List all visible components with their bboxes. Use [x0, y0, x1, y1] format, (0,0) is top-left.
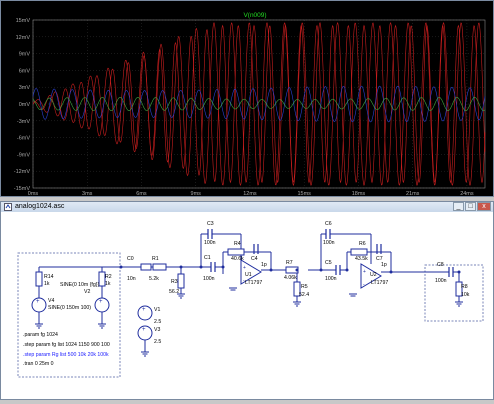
schematic-title: analog1024.asc: [15, 203, 65, 210]
x-tick-label: 6ms: [136, 191, 147, 196]
svg-text:+: +: [142, 327, 146, 333]
schematic-titlebar[interactable]: analog1024.asc _ □ x: [1, 202, 493, 212]
schematic-window: analog1024.asc _ □ x + - + - + + + + R14…: [0, 201, 494, 400]
close-button[interactable]: x: [477, 202, 491, 211]
label-r7-value[interactable]: 4.06k: [284, 275, 297, 281]
svg-text:+: +: [243, 265, 246, 271]
label-u1-name[interactable]: U1: [245, 272, 252, 278]
y-tick-label: -9mV: [17, 152, 30, 158]
x-tick-label: 3ms: [82, 191, 93, 196]
x-tick-label: 0ms: [28, 191, 39, 196]
label-c6-name[interactable]: C6: [325, 221, 332, 227]
label-c1-name[interactable]: C1: [204, 255, 211, 261]
directive-param[interactable]: .param fg 1024: [23, 332, 58, 338]
label-u2-name[interactable]: U2: [370, 272, 377, 278]
label-r6-name[interactable]: R6: [359, 241, 366, 247]
label-r2-name[interactable]: R2: [105, 274, 112, 280]
label-c1-value[interactable]: 100n: [203, 276, 215, 282]
svg-text:+: +: [142, 307, 146, 313]
x-tick-label: 24ms: [460, 191, 474, 196]
schematic-canvas[interactable]: + - + - + + + + R14 1k R2 1k V4 SINE(0 1…: [1, 212, 493, 399]
directive-tran[interactable]: .tran 0 25m 0: [23, 361, 54, 367]
label-c3-name[interactable]: C3: [207, 221, 214, 227]
trace-label[interactable]: V(n009): [243, 12, 266, 19]
x-tick-label: 12ms: [243, 191, 257, 196]
label-v1-value[interactable]: 2.5: [154, 319, 161, 325]
x-tick-label: 9ms: [191, 191, 202, 196]
label-u1-value[interactable]: LT1797: [245, 280, 262, 286]
label-c5-name[interactable]: C5: [325, 260, 332, 266]
y-tick-label: -12mV: [14, 169, 31, 175]
label-v2-name[interactable]: V2: [84, 289, 90, 295]
y-tick-label: 6mV: [19, 68, 31, 74]
label-c3-value[interactable]: 100n: [204, 240, 216, 246]
label-r14-name[interactable]: R14: [44, 274, 54, 280]
label-c4-name[interactable]: C4: [251, 256, 258, 262]
y-tick-label: 15mV: [16, 18, 31, 24]
label-r1-name[interactable]: R1: [152, 256, 159, 262]
label-r2-value[interactable]: 1k: [105, 281, 111, 287]
load-block-box: [424, 264, 484, 322]
svg-text:+: +: [36, 299, 40, 305]
label-v2-value[interactable]: SINE(0 10m {fg}): [60, 282, 99, 288]
svg-text:+: +: [99, 299, 103, 305]
label-v4-value[interactable]: SINE(0 150m 100): [48, 305, 91, 311]
label-r8-value[interactable]: 10k: [461, 292, 470, 298]
y-tick-label: -3mV: [17, 119, 30, 125]
component-labels: R14 1k R2 1k V4 SINE(0 150m 100) SINE(0 …: [44, 221, 470, 345]
x-tick-label: 18ms: [352, 191, 366, 196]
waveform-plot[interactable]: V(n009) 15mV 12mV 9mV 6mV 3mV 0mV -3mV -6mV -9mV…: [1, 1, 493, 196]
y-tick-label: 0mV: [19, 102, 31, 108]
x-tick-label: 15ms: [297, 191, 311, 196]
svg-text:+: +: [363, 269, 366, 275]
maximize-button[interactable]: □: [465, 202, 476, 211]
label-c0-name[interactable]: C0: [127, 256, 134, 262]
label-c6-value[interactable]: 100n: [323, 240, 335, 246]
label-r3-name[interactable]: R3: [171, 279, 178, 285]
label-c8-name[interactable]: C8: [437, 262, 444, 268]
x-tick-label: 21ms: [406, 191, 420, 196]
y-tick-label: 3mV: [19, 85, 31, 91]
label-c8-value[interactable]: 100n: [435, 278, 447, 284]
label-r6-value[interactable]: 43.5k: [355, 256, 368, 262]
label-r14-value[interactable]: 1k: [44, 281, 50, 287]
label-r5-value[interactable]: 52.4: [299, 292, 309, 298]
label-v4-name[interactable]: V4: [48, 298, 54, 304]
label-r5-name[interactable]: R5: [301, 284, 308, 290]
label-u2-value[interactable]: LT1797: [371, 280, 388, 286]
label-v3-name[interactable]: V3: [154, 327, 160, 333]
label-r8-name[interactable]: R8: [461, 284, 468, 290]
label-c5-value[interactable]: 100n: [325, 276, 337, 282]
y-tick-label: 12mV: [16, 35, 31, 41]
label-c4-value[interactable]: 1p: [261, 262, 267, 268]
y-tick-label: 9mV: [19, 52, 31, 58]
label-v1-name[interactable]: V1: [154, 307, 160, 313]
spice-directives: .param fg 1024 .step param fg list 1024 …: [23, 332, 110, 367]
label-c0-value[interactable]: 10n: [127, 276, 136, 282]
directive-step-rg[interactable]: .step param Rg list 500 10k 20k 100k: [23, 352, 109, 358]
y-tick-label: -6mV: [17, 136, 30, 142]
label-r4-name[interactable]: R4: [234, 241, 241, 247]
label-r1-value[interactable]: 5.2k: [149, 276, 159, 282]
minimize-button[interactable]: _: [453, 202, 464, 211]
label-r4-value[interactable]: 40.6k: [231, 256, 244, 262]
label-r3-value[interactable]: 56.2: [169, 289, 179, 295]
schematic-file-icon: [4, 203, 12, 211]
label-r7-name[interactable]: R7: [286, 260, 293, 266]
label-v3-value[interactable]: 2.5: [154, 339, 161, 345]
label-c7-value[interactable]: 1p: [381, 262, 387, 268]
directive-step-fg[interactable]: .step param fg list 1024 1150 900 100: [23, 342, 110, 348]
waveform-viewer-window: V(n009) 15mV 12mV 9mV 6mV 3mV 0mV -3mV -6mV -9mV…: [0, 0, 494, 197]
